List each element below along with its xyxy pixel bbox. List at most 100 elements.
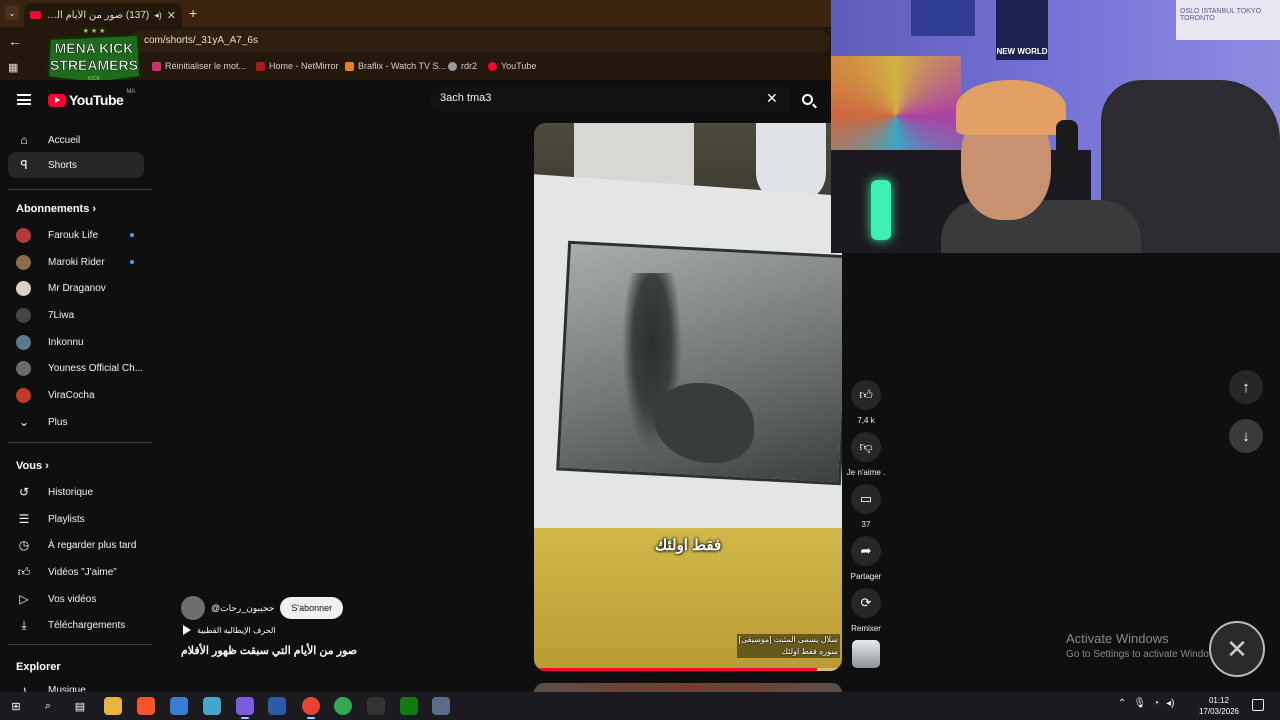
sidebar-item-playlists[interactable]: ☰ Playlists [8, 506, 144, 532]
microphone [871, 180, 891, 240]
store-icon[interactable] [170, 697, 188, 715]
webcam-overlay: NEW WORLD OSLO ISTANBUL TOKYO TORONTO [831, 0, 1280, 253]
bookmark-braflix[interactable]: Braflix - Watch TV S... [345, 61, 446, 71]
volume-icon[interactable]: ◂) [1166, 698, 1174, 709]
browser-tab[interactable]: (137) صور من الأيام التي سبقت ظهور الأفل… [24, 3, 182, 27]
address-bar[interactable]: com/shorts/_31yA_A7_6s [130, 30, 830, 52]
sidebar-item-label: ViraCocha [48, 389, 95, 401]
thumbs-up-icon: 👍︎ [851, 380, 881, 410]
bookmark-label: rdr2 [461, 61, 478, 71]
close-tab-icon[interactable]: ✕ [167, 9, 176, 22]
app-icon[interactable] [367, 697, 385, 715]
comment-count: 37 [861, 520, 871, 529]
tab-search-icon[interactable]: ⌄ [5, 6, 19, 20]
dislike-button[interactable]: 👎︎ Je n'aime . [846, 432, 886, 477]
sidebar-item-mr-draganov[interactable]: Mr Draganov [8, 275, 144, 301]
wifi-icon[interactable]: ◔ [1153, 698, 1159, 709]
subscriptions-header[interactable]: Abonnements › [16, 203, 96, 215]
file-explorer-icon[interactable] [104, 697, 122, 715]
sidebar-item-downloads[interactable]: ⤓ Téléchargements [8, 612, 144, 638]
liked-icon: 👍︎ [17, 564, 31, 579]
sidebar-item-home[interactable]: ⌂ Accueil [8, 127, 144, 153]
instagram-icon [152, 61, 161, 71]
time: 01:12 [1208, 696, 1230, 705]
avatar [16, 360, 31, 376]
channel-avatar[interactable] [181, 596, 205, 620]
sidebar-item-7liwa[interactable]: 7Liwa [8, 302, 144, 328]
brave-browser-icon[interactable] [137, 697, 155, 715]
poster: NEW WORLD [996, 0, 1048, 60]
sidebar-item-maroki-rider[interactable]: Maroki Rider [8, 249, 144, 275]
sound-thumbnail[interactable] [846, 640, 886, 668]
poster [911, 0, 975, 36]
sidebar-item-liked-videos[interactable]: 👍︎ Vidéos "J'aime" [8, 559, 144, 585]
previous-short-button[interactable]: ↑ [1229, 370, 1263, 404]
sidebar-item-watch-later[interactable]: ◷ À regarder plus tard [8, 532, 144, 558]
audio-row[interactable]: الحرف الإيطالية القطبية [183, 625, 276, 635]
sidebar-item-more[interactable]: ⌄ Plus [8, 409, 144, 435]
sidebar-item-farouk-life[interactable]: Farouk Life [8, 222, 144, 248]
notifications-icon[interactable] [1252, 699, 1264, 711]
discord-icon[interactable] [236, 697, 254, 719]
clear-search-icon[interactable]: ✕ [766, 90, 778, 107]
next-short-button[interactable]: ↓ [1229, 419, 1263, 453]
headset [1056, 120, 1078, 175]
chevron-up-icon[interactable]: ⌃ [1118, 698, 1126, 709]
audio-playing-icon[interactable]: ◂) [154, 10, 162, 21]
app-icon[interactable] [203, 697, 221, 715]
music-line: سلال يسمى المثبت [موسيقى] [736, 634, 840, 646]
task-view-icon[interactable]: ▤ [71, 697, 89, 715]
youtube-icon [488, 61, 497, 71]
xbox-icon[interactable] [400, 697, 418, 715]
avatar [16, 280, 31, 296]
bookmark-netmirror[interactable]: Home - NetMirror [256, 61, 339, 71]
bookmark-youtube[interactable]: YouTube [488, 61, 536, 71]
chrome-profile-icon[interactable] [334, 697, 352, 715]
search-icon[interactable]: ⌕ [39, 697, 57, 715]
share-button[interactable]: ➦ Partager [846, 536, 886, 581]
remix-button[interactable]: ⟳ Remixer [846, 588, 886, 633]
short-video-player[interactable]: فقط اولئك سلال يسمى المثبت [موسيقى] سوره… [534, 123, 842, 671]
app-icon[interactable] [432, 697, 450, 715]
globe-icon [448, 61, 457, 71]
activate-windows-watermark: Activate Windows Go to Settings to activ… [1066, 631, 1224, 660]
sidebar-item-youness-official[interactable]: Youness Official Ch... [8, 355, 144, 381]
subscribe-button[interactable]: S'abonner [280, 597, 344, 619]
search-input[interactable]: 3ach tma3 [430, 86, 790, 112]
remix-label: Remixer [851, 624, 881, 633]
channel-name[interactable]: @حجيبون_رحات [211, 603, 274, 614]
search-button[interactable] [792, 86, 822, 112]
menu-icon[interactable] [17, 94, 31, 105]
taskbar-clock[interactable]: 01:12 17/03/2026 [1198, 695, 1240, 717]
new-tab-icon[interactable]: + [189, 5, 197, 21]
youtube-logo[interactable]: YouTube MA [48, 89, 135, 108]
history-icon: ↺ [18, 485, 30, 499]
sidebar-item-shorts[interactable]: ꟼ Shorts [8, 152, 144, 178]
thumbs-down-icon: 👎︎ [851, 432, 881, 462]
activate-title: Activate Windows [1066, 631, 1169, 646]
sidebar-item-your-videos[interactable]: ▷ Vos vidéos [8, 586, 144, 612]
avatar [16, 334, 31, 350]
sidebar-item-inkonnu[interactable]: Inkonnu [8, 329, 144, 355]
back-arrow-icon[interactable]: ← [8, 33, 22, 49]
sidebar-item-viracocha[interactable]: ViraCocha [8, 382, 144, 408]
bookmark-label: Home - NetMirror [269, 61, 339, 71]
your-videos-icon: ▷ [19, 592, 29, 606]
like-button[interactable]: 👍︎ 7,4 k [846, 380, 886, 425]
chrome-icon[interactable] [302, 697, 320, 719]
sidebar-item-label: Vos vidéos [48, 593, 97, 605]
apps-grid-icon[interactable]: ▦ [8, 61, 18, 74]
sidebar-item-label: Youness Official Ch... [48, 362, 144, 374]
app-icon[interactable] [268, 697, 286, 715]
comments-button[interactable]: ▭ 37 [846, 484, 886, 529]
bookmark-reset-password[interactable]: Réinitialiser le mot... [152, 61, 246, 71]
explore-header: Explorer [16, 661, 61, 673]
screen: ⌄ (137) صور من الأيام التي سبقت ظهور الأ… [0, 0, 1280, 720]
microphone-icon[interactable]: 🎙︎ [1133, 698, 1146, 709]
windows-start-icon[interactable]: ⊞ [7, 697, 25, 715]
video-progress-bar[interactable] [534, 668, 842, 671]
sidebar-item-history[interactable]: ↺ Historique [8, 479, 144, 505]
bookmark-rdr2[interactable]: rdr2 [448, 61, 477, 71]
like-count: 7,4 k [857, 416, 875, 425]
you-header[interactable]: Vous › [16, 460, 49, 472]
